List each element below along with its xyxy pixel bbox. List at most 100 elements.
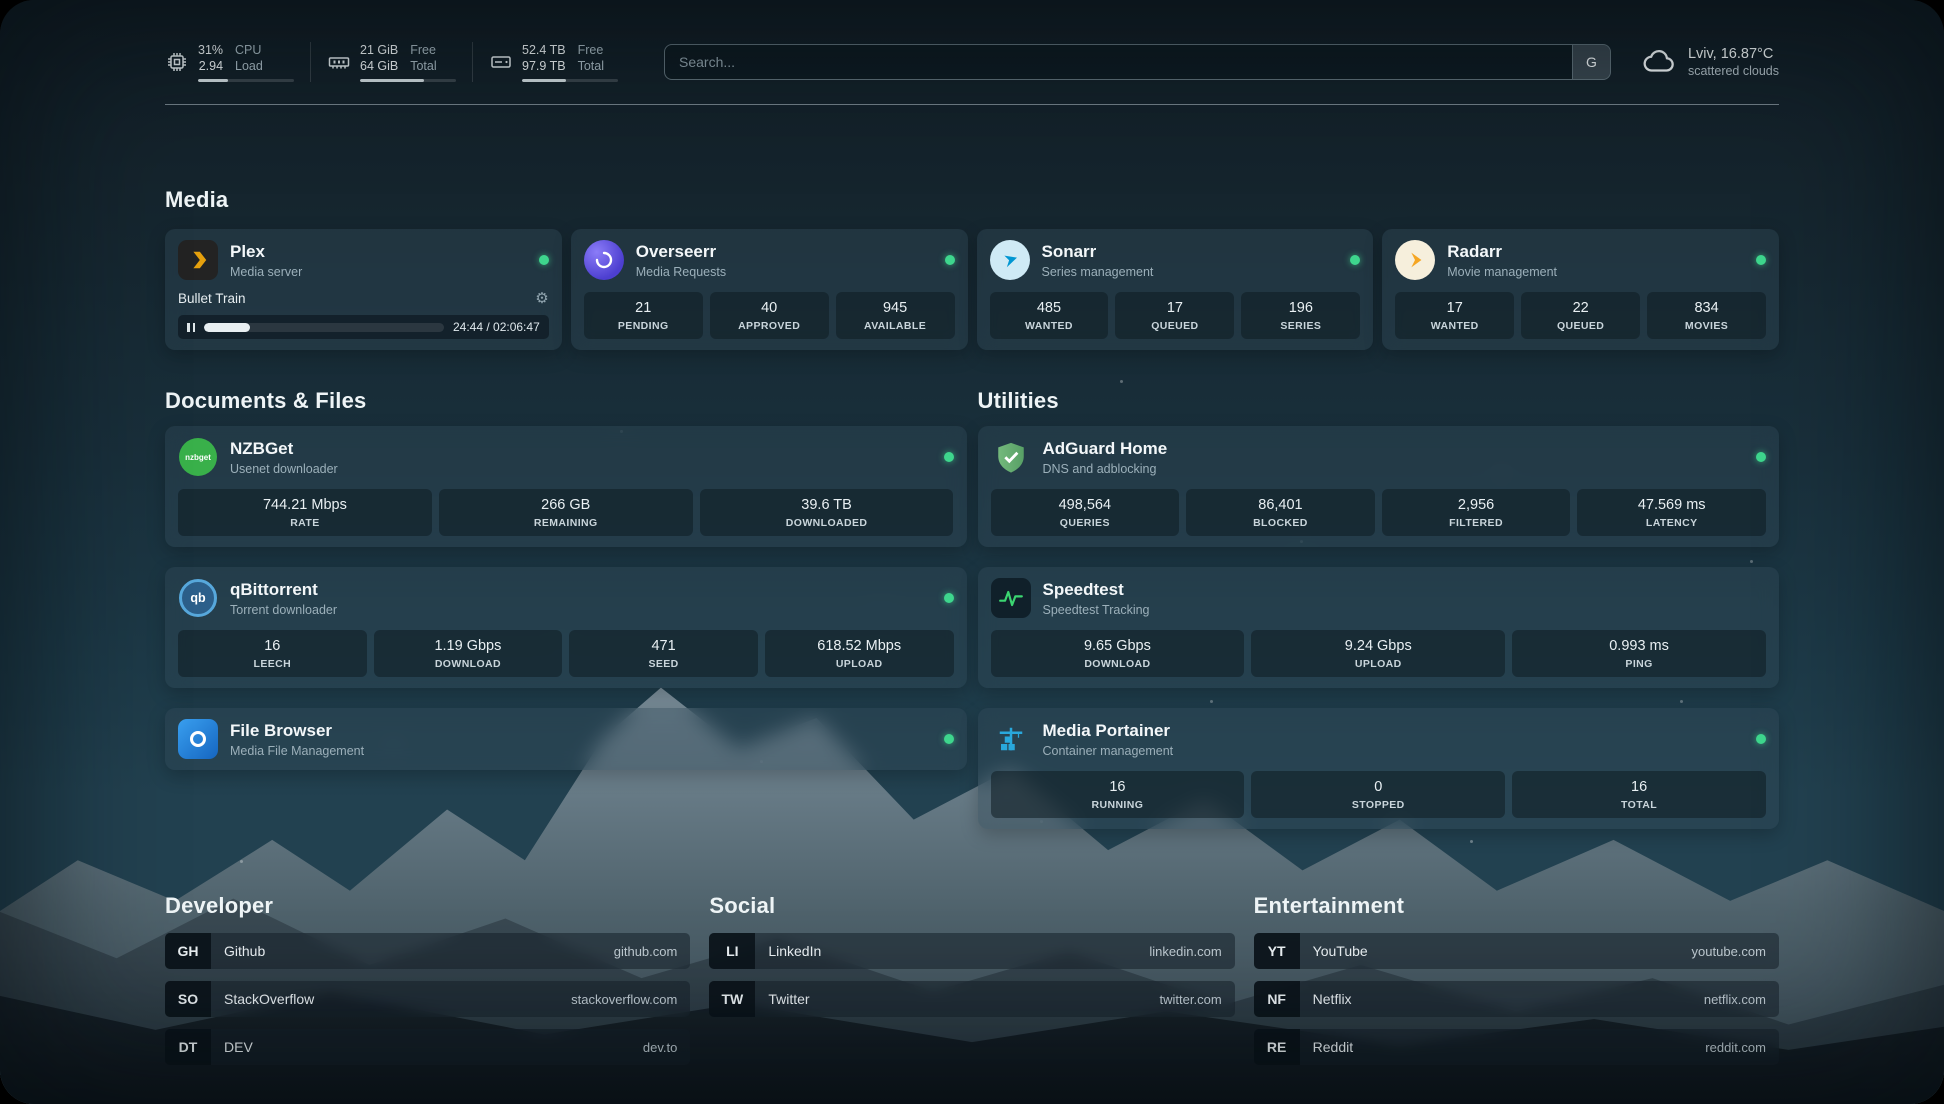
filebrowser-icon <box>178 719 218 759</box>
service-card-speedtest[interactable]: Speedtest Speedtest Tracking 9.65 Gbps D… <box>978 567 1780 688</box>
search-input[interactable] <box>665 45 1572 79</box>
service-card-portainer[interactable]: Media Portainer Container management 16 … <box>978 708 1780 829</box>
stat-box: 47.569 ms LATENCY <box>1577 489 1766 536</box>
search-engine-button[interactable]: G <box>1572 45 1610 79</box>
service-name: File Browser <box>230 721 364 741</box>
stat-box: 9.65 Gbps DOWNLOAD <box>991 630 1245 677</box>
bookmark-linkedin[interactable]: LI LinkedIn linkedin.com <box>709 933 1234 969</box>
stat-label: DOWNLOAD <box>995 658 1241 670</box>
service-name: Speedtest <box>1043 580 1150 600</box>
bookmark-abbr: RE <box>1254 1029 1300 1065</box>
service-name: NZBGet <box>230 439 338 459</box>
bookmark-abbr: SO <box>165 981 211 1017</box>
utilities-column: Utilities <box>978 388 1780 829</box>
bookmark-reddit[interactable]: RE Reddit reddit.com <box>1254 1029 1779 1065</box>
service-card-radarr[interactable]: Radarr Movie management 17 WANTED 22 QUE… <box>1382 229 1779 350</box>
stat-value: 22 <box>1525 300 1636 316</box>
storage-total-label: Total <box>578 58 604 74</box>
bookmark-youtube[interactable]: YT YouTube youtube.com <box>1254 933 1779 969</box>
portainer-icon <box>991 719 1031 759</box>
bookmark-url: dev.to <box>643 1040 677 1055</box>
dashboard-root: 31% 2.94 CPU Load <box>0 0 1944 1104</box>
bookmark-stackoverflow[interactable]: SO StackOverflow stackoverflow.com <box>165 981 690 1017</box>
section-title-documents: Documents & Files <box>165 388 967 414</box>
stat-value: 471 <box>573 638 754 654</box>
service-card-adguard[interactable]: AdGuard Home DNS and adblocking 498,564 … <box>978 426 1780 547</box>
stat-box: 16 LEECH <box>178 630 367 677</box>
stat-label: WANTED <box>1399 320 1510 332</box>
service-card-sonarr[interactable]: Sonarr Series management 485 WANTED 17 Q… <box>977 229 1374 350</box>
service-card-overseerr[interactable]: Overseerr Media Requests 21 PENDING 40 A… <box>571 229 968 350</box>
bookmark-github[interactable]: GH Github github.com <box>165 933 690 969</box>
service-subtitle: Media File Management <box>230 744 364 758</box>
cpu-load-label: Load <box>235 58 263 74</box>
stat-label: APPROVED <box>714 320 825 332</box>
stat-label: BLOCKED <box>1190 517 1371 529</box>
plex-icon <box>178 240 218 280</box>
bookmark-netflix[interactable]: NF Netflix netflix.com <box>1254 981 1779 1017</box>
stat-box: 16 TOTAL <box>1512 771 1766 818</box>
stat-box: 834 MOVIES <box>1647 292 1766 339</box>
stat-value: 16 <box>995 779 1241 795</box>
stat-label: QUERIES <box>995 517 1176 529</box>
stat-value: 40 <box>714 300 825 316</box>
radarr-icon <box>1395 240 1435 280</box>
pause-icon[interactable] <box>187 323 195 332</box>
bookmark-abbr: DT <box>165 1029 211 1065</box>
bookmark-name: StackOverflow <box>224 991 314 1007</box>
bookmark-url: netflix.com <box>1704 992 1766 1007</box>
stat-box: 21 PENDING <box>584 292 703 339</box>
stat-value: 0 <box>1255 779 1501 795</box>
playback-time: 24:44 / 02:06:47 <box>453 320 540 334</box>
bookmark-name: Github <box>224 943 265 959</box>
hard-drive-icon <box>489 50 513 74</box>
service-subtitle: Container management <box>1043 744 1174 758</box>
bookmark-url: stackoverflow.com <box>571 992 677 1007</box>
stat-label: QUEUED <box>1119 320 1230 332</box>
stat-label: SEED <box>573 658 754 670</box>
bookmark-twitter[interactable]: TW Twitter twitter.com <box>709 981 1234 1017</box>
service-subtitle: Media server <box>230 265 302 279</box>
stat-value: 266 GB <box>443 497 689 513</box>
gear-icon[interactable]: ⚙ <box>535 289 548 307</box>
memory-free-value: 21 GiB <box>360 42 398 58</box>
bookmark-group-entertainment: Entertainment YT YouTube youtube.com NF … <box>1254 893 1779 1065</box>
service-card-qbittorrent[interactable]: qb qBittorrent Torrent downloader 16 LEE… <box>165 567 967 688</box>
weather-location: Lviv, 16.87°C <box>1688 46 1779 62</box>
stat-box: 1.19 Gbps DOWNLOAD <box>374 630 563 677</box>
section-title-media: Media <box>165 187 1779 213</box>
section-title-utilities: Utilities <box>978 388 1780 414</box>
weather-widget[interactable]: Lviv, 16.87°C scattered clouds <box>1641 45 1779 80</box>
stat-box: 471 SEED <box>569 630 758 677</box>
bookmark-dev[interactable]: DT DEV dev.to <box>165 1029 690 1065</box>
bookmark-name: Netflix <box>1313 991 1352 1007</box>
cpu-usage-value: 31% <box>198 42 223 58</box>
cpu-label: CPU <box>235 42 263 58</box>
service-card-nzbget[interactable]: nzbget NZBGet Usenet downloader 744.21 M… <box>165 426 967 547</box>
stat-box: 196 SERIES <box>1241 292 1360 339</box>
service-card-plex[interactable]: Plex Media server Bullet Train ⚙ 24:44 /… <box>165 229 562 350</box>
stat-label: PING <box>1516 658 1762 670</box>
stat-box: 86,401 BLOCKED <box>1186 489 1375 536</box>
stat-label: LEECH <box>182 658 363 670</box>
stat-box: 16 RUNNING <box>991 771 1245 818</box>
stat-box: 9.24 Gbps UPLOAD <box>1251 630 1505 677</box>
nzbget-icon: nzbget <box>178 437 218 477</box>
stat-value: 9.65 Gbps <box>995 638 1241 654</box>
service-name: Overseerr <box>636 242 726 262</box>
status-dot <box>944 593 954 603</box>
service-name: qBittorrent <box>230 580 337 600</box>
status-dot <box>1756 734 1766 744</box>
stat-label: DOWNLOADED <box>704 517 950 529</box>
bookmark-abbr: NF <box>1254 981 1300 1017</box>
stat-value: 498,564 <box>995 497 1176 513</box>
bookmark-url: youtube.com <box>1692 944 1766 959</box>
bookmark-name: DEV <box>224 1039 253 1055</box>
service-subtitle: Speedtest Tracking <box>1043 603 1150 617</box>
stat-box: 22 QUEUED <box>1521 292 1640 339</box>
stat-label: FILTERED <box>1386 517 1567 529</box>
stat-label: PENDING <box>588 320 699 332</box>
service-card-filebrowser[interactable]: File Browser Media File Management <box>165 708 967 770</box>
seek-bar[interactable] <box>204 323 444 332</box>
stat-value: 86,401 <box>1190 497 1371 513</box>
